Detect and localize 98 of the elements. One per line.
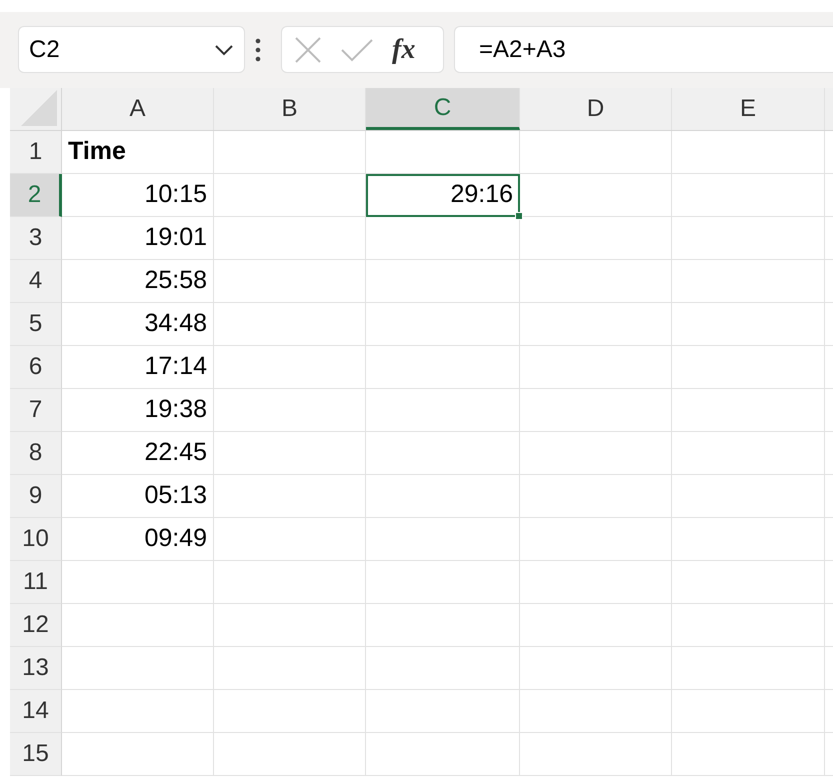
empty-cell[interactable]	[214, 647, 366, 690]
empty-cell[interactable]	[520, 561, 672, 604]
close-icon[interactable]	[294, 36, 322, 64]
empty-cell[interactable]	[214, 260, 366, 303]
row-header[interactable]: 9	[10, 475, 62, 518]
table-cell[interactable]: 05:13	[62, 475, 214, 518]
empty-cell[interactable]	[672, 733, 825, 776]
empty-cell[interactable]	[366, 217, 520, 260]
table-cell[interactable]: 22:45	[62, 432, 214, 475]
empty-cell[interactable]	[214, 131, 366, 174]
row-header[interactable]: 14	[10, 690, 62, 733]
empty-cell[interactable]	[520, 260, 672, 303]
empty-cell[interactable]	[672, 518, 825, 561]
column-header[interactable]: D	[520, 88, 672, 130]
empty-cell[interactable]	[520, 647, 672, 690]
empty-cell[interactable]	[520, 432, 672, 475]
checkmark-icon[interactable]	[340, 38, 374, 62]
column-header[interactable]: C	[366, 88, 520, 130]
empty-cell[interactable]	[214, 733, 366, 776]
empty-cell[interactable]	[520, 346, 672, 389]
empty-cell[interactable]	[672, 604, 825, 647]
table-cell[interactable]: Time	[62, 131, 214, 174]
row-header[interactable]: 6	[10, 346, 62, 389]
table-cell[interactable]: 34:48	[62, 303, 214, 346]
empty-cell[interactable]	[366, 346, 520, 389]
empty-cell[interactable]	[214, 475, 366, 518]
empty-cell[interactable]	[366, 303, 520, 346]
selected-cell[interactable]: 29:16	[366, 174, 520, 217]
empty-cell[interactable]	[672, 432, 825, 475]
empty-cell[interactable]	[366, 475, 520, 518]
empty-cell[interactable]	[520, 131, 672, 174]
table-cell[interactable]: 25:58	[62, 260, 214, 303]
empty-cell[interactable]	[672, 303, 825, 346]
empty-cell[interactable]	[672, 561, 825, 604]
chevron-down-icon[interactable]	[214, 44, 234, 56]
empty-cell[interactable]	[672, 260, 825, 303]
empty-cell[interactable]	[520, 518, 672, 561]
empty-cell[interactable]	[366, 260, 520, 303]
row-header[interactable]: 5	[10, 303, 62, 346]
empty-cell[interactable]	[672, 690, 825, 733]
row-header[interactable]: 4	[10, 260, 62, 303]
empty-cell[interactable]	[214, 432, 366, 475]
empty-cell[interactable]	[366, 647, 520, 690]
row-header[interactable]: 11	[10, 561, 62, 604]
table-cell[interactable]: 10:15	[62, 174, 214, 217]
empty-cell[interactable]	[672, 647, 825, 690]
row-header[interactable]: 1	[10, 131, 62, 174]
table-cell[interactable]: 09:49	[62, 518, 214, 561]
empty-cell[interactable]	[214, 690, 366, 733]
empty-cell[interactable]	[366, 604, 520, 647]
empty-cell[interactable]	[214, 604, 366, 647]
empty-cell[interactable]	[214, 174, 366, 217]
empty-cell[interactable]	[214, 303, 366, 346]
empty-cell[interactable]	[214, 346, 366, 389]
row-header[interactable]: 13	[10, 647, 62, 690]
empty-cell[interactable]	[672, 346, 825, 389]
fill-handle[interactable]	[515, 212, 523, 220]
row-header[interactable]: 8	[10, 432, 62, 475]
empty-cell[interactable]	[520, 303, 672, 346]
empty-cell[interactable]	[366, 561, 520, 604]
table-cell[interactable]: 19:38	[62, 389, 214, 432]
empty-cell[interactable]	[672, 131, 825, 174]
empty-cell[interactable]	[214, 518, 366, 561]
empty-cell[interactable]	[520, 690, 672, 733]
row-header[interactable]: 12	[10, 604, 62, 647]
empty-cell[interactable]	[520, 475, 672, 518]
row-header[interactable]: 2	[10, 174, 62, 217]
table-cell[interactable]: 17:14	[62, 346, 214, 389]
cell-reference: C2	[29, 34, 60, 64]
empty-cell[interactable]	[214, 217, 366, 260]
more-options-icon[interactable]	[255, 38, 261, 62]
column-header[interactable]: E	[672, 88, 825, 130]
empty-cell[interactable]	[672, 174, 825, 217]
empty-cell[interactable]	[520, 389, 672, 432]
column-header[interactable]: A	[62, 88, 214, 130]
insert-function-button[interactable]: fx	[392, 28, 416, 70]
empty-cell[interactable]	[366, 131, 520, 174]
empty-cell[interactable]	[366, 733, 520, 776]
empty-cell[interactable]	[366, 432, 520, 475]
empty-cell[interactable]	[366, 518, 520, 561]
empty-cell[interactable]	[214, 561, 366, 604]
empty-cell[interactable]	[520, 174, 672, 217]
empty-cell[interactable]	[672, 389, 825, 432]
row-header[interactable]: 3	[10, 217, 62, 260]
empty-cell[interactable]	[520, 217, 672, 260]
empty-cell[interactable]	[214, 389, 366, 432]
row-header[interactable]: 7	[10, 389, 62, 432]
empty-cell[interactable]	[366, 389, 520, 432]
formula-field[interactable]: =A2+A3	[454, 26, 833, 73]
empty-cell[interactable]	[520, 604, 672, 647]
row-header[interactable]: 15	[10, 733, 62, 776]
empty-cell[interactable]	[672, 217, 825, 260]
row-header[interactable]: 10	[10, 518, 62, 561]
empty-cell[interactable]	[366, 690, 520, 733]
empty-cell[interactable]	[520, 733, 672, 776]
name-box[interactable]: C2	[18, 26, 245, 73]
table-cell[interactable]: 19:01	[62, 217, 214, 260]
empty-cell[interactable]	[672, 475, 825, 518]
